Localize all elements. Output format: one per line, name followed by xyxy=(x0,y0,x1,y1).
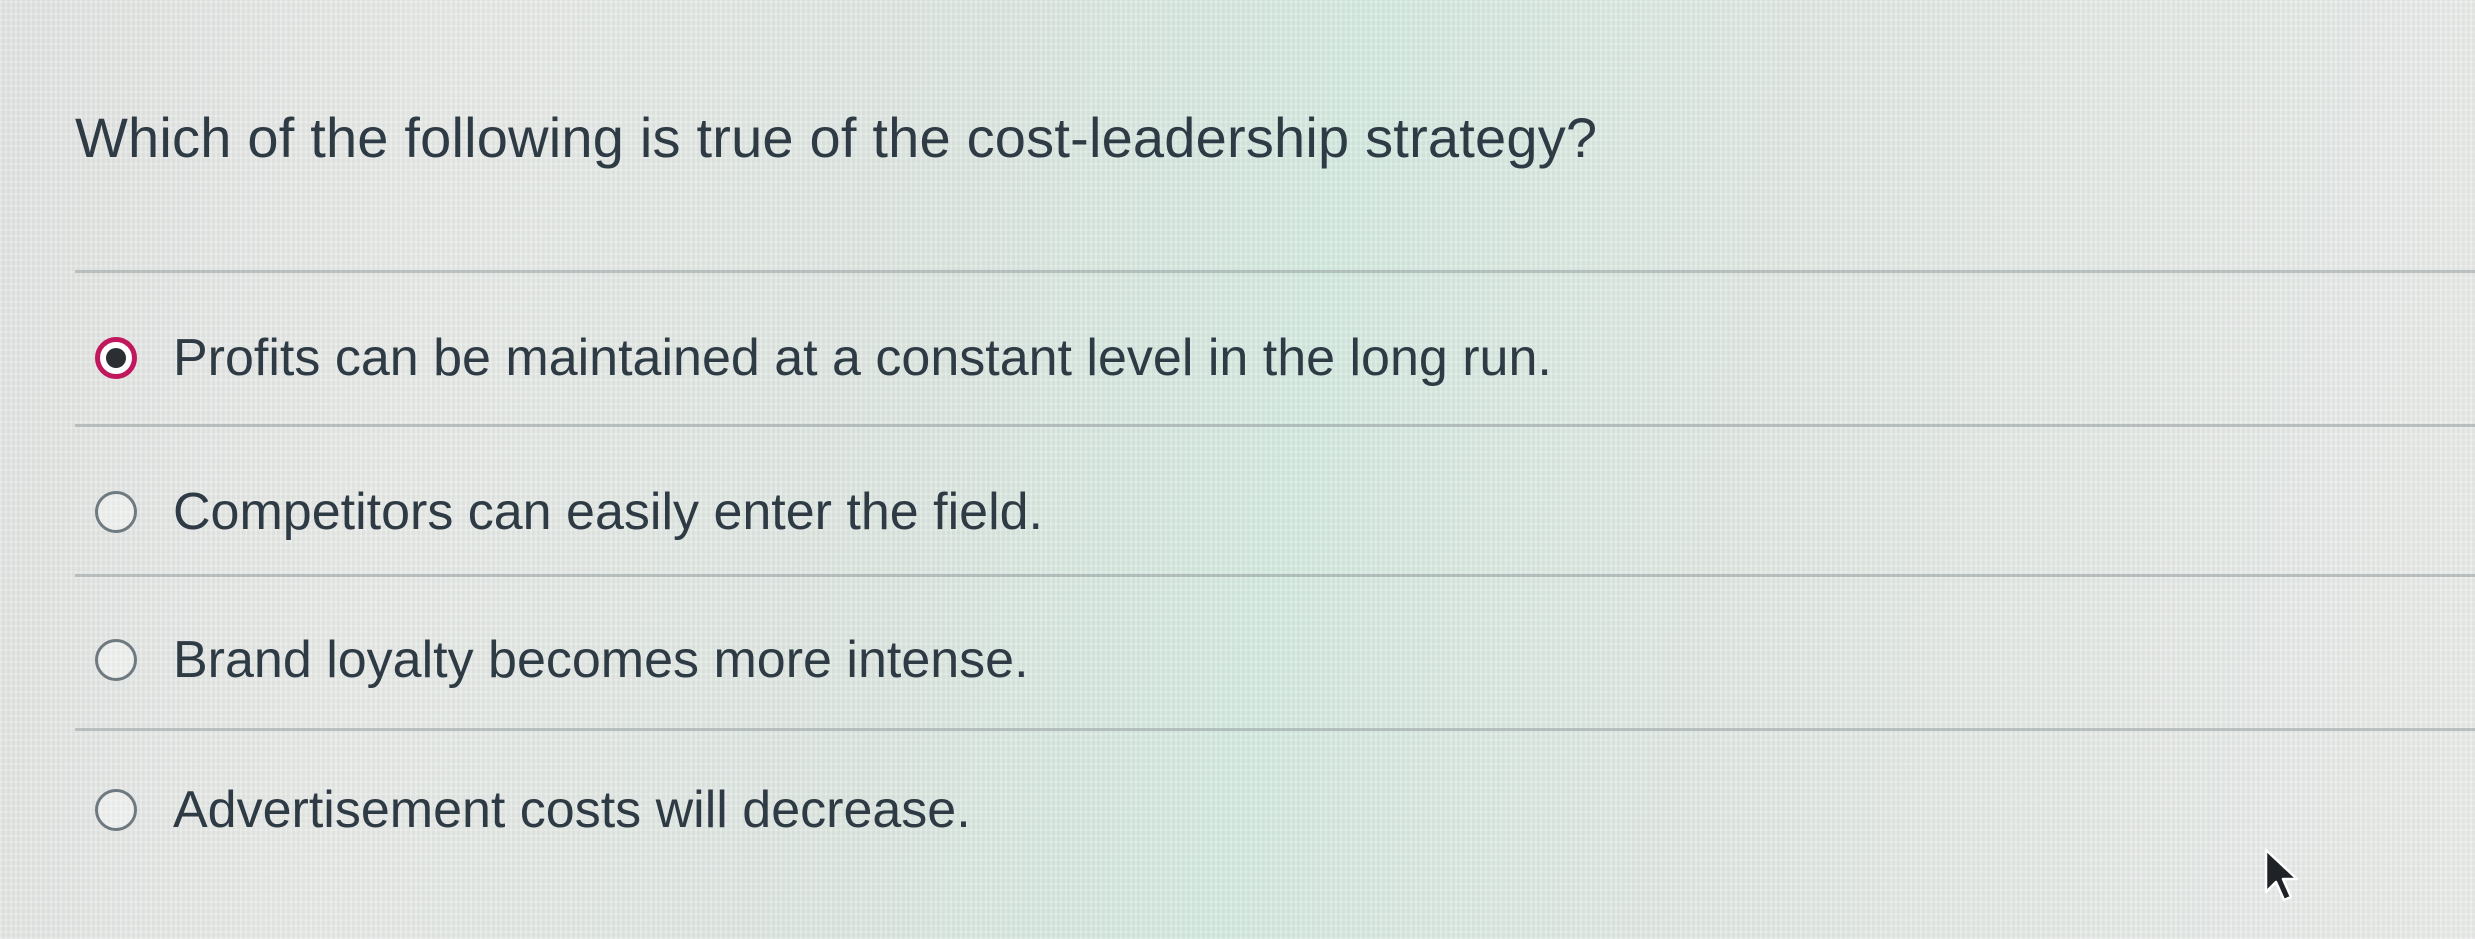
mouse-pointer-icon xyxy=(2264,848,2299,902)
radio-button[interactable] xyxy=(95,789,137,831)
answer-option-4[interactable]: Advertisement costs will decrease. xyxy=(95,780,971,840)
divider xyxy=(75,424,2475,427)
answer-option-3[interactable]: Brand loyalty becomes more intense. xyxy=(95,630,1029,690)
answer-label: Advertisement costs will decrease. xyxy=(173,781,971,839)
answer-label: Brand loyalty becomes more intense. xyxy=(173,631,1029,689)
radio-button[interactable] xyxy=(95,491,137,533)
quiz-question: Which of the following is true of the co… xyxy=(0,0,2475,939)
radio-button-selected[interactable] xyxy=(95,337,137,379)
answer-label: Competitors can easily enter the field. xyxy=(173,483,1043,541)
answer-option-2[interactable]: Competitors can easily enter the field. xyxy=(95,482,1043,542)
divider xyxy=(75,728,2475,731)
question-text: Which of the following is true of the co… xyxy=(75,106,1598,169)
answer-option-1[interactable]: Profits can be maintained at a constant … xyxy=(95,328,1552,388)
radio-button[interactable] xyxy=(95,639,137,681)
divider xyxy=(75,574,2475,577)
divider xyxy=(75,270,2475,273)
answer-label: Profits can be maintained at a constant … xyxy=(173,329,1552,387)
